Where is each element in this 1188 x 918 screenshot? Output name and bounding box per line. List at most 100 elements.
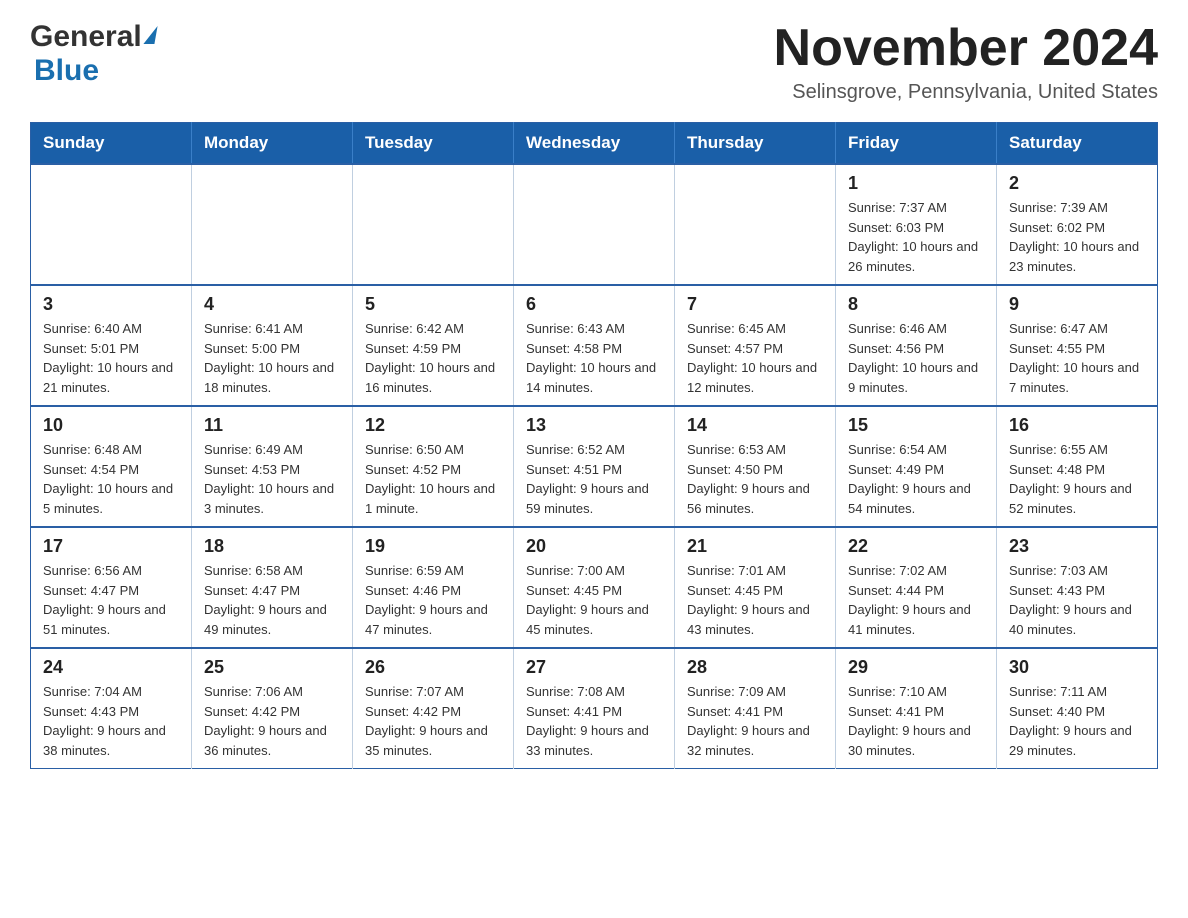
weekday-header-friday: Friday	[836, 123, 997, 165]
day-number: 19	[365, 536, 501, 557]
calendar-cell: 9 Sunrise: 6:47 AM Sunset: 4:55 PM Daylig…	[997, 285, 1158, 406]
day-info: Sunrise: 6:56 AM Sunset: 4:47 PM Dayligh…	[43, 561, 179, 639]
calendar-table: SundayMondayTuesdayWednesdayThursdayFrid…	[30, 122, 1158, 769]
calendar-cell: 15 Sunrise: 6:54 AM Sunset: 4:49 PM Dayli…	[836, 406, 997, 527]
calendar-cell: 29 Sunrise: 7:10 AM Sunset: 4:41 PM Dayli…	[836, 648, 997, 769]
day-info: Sunrise: 6:42 AM Sunset: 4:59 PM Dayligh…	[365, 319, 501, 397]
day-number: 30	[1009, 657, 1145, 678]
day-info: Sunrise: 7:39 AM Sunset: 6:02 PM Dayligh…	[1009, 198, 1145, 276]
day-info: Sunrise: 7:04 AM Sunset: 4:43 PM Dayligh…	[43, 682, 179, 760]
day-number: 11	[204, 415, 340, 436]
week-row-4: 17 Sunrise: 6:56 AM Sunset: 4:47 PM Dayli…	[31, 527, 1158, 648]
calendar-cell: 12 Sunrise: 6:50 AM Sunset: 4:52 PM Dayli…	[353, 406, 514, 527]
day-info: Sunrise: 7:01 AM Sunset: 4:45 PM Dayligh…	[687, 561, 823, 639]
calendar-cell: 3 Sunrise: 6:40 AM Sunset: 5:01 PM Daylig…	[31, 285, 192, 406]
day-info: Sunrise: 7:07 AM Sunset: 4:42 PM Dayligh…	[365, 682, 501, 760]
day-info: Sunrise: 7:03 AM Sunset: 4:43 PM Dayligh…	[1009, 561, 1145, 639]
day-number: 17	[43, 536, 179, 557]
day-info: Sunrise: 7:06 AM Sunset: 4:42 PM Dayligh…	[204, 682, 340, 760]
day-info: Sunrise: 6:52 AM Sunset: 4:51 PM Dayligh…	[526, 440, 662, 518]
day-number: 20	[526, 536, 662, 557]
calendar-cell: 13 Sunrise: 6:52 AM Sunset: 4:51 PM Dayli…	[514, 406, 675, 527]
day-number: 26	[365, 657, 501, 678]
day-number: 5	[365, 294, 501, 315]
calendar-cell: 25 Sunrise: 7:06 AM Sunset: 4:42 PM Dayli…	[192, 648, 353, 769]
calendar-cell: 23Sunrise: 7:03 AM Sunset: 4:43 PM Dayli…	[997, 527, 1158, 648]
calendar-cell: 10Sunrise: 6:48 AM Sunset: 4:54 PM Dayli…	[31, 406, 192, 527]
location-title: Selinsgrove, Pennsylvania, United States	[774, 81, 1158, 104]
day-number: 2	[1009, 173, 1145, 194]
day-number: 7	[687, 294, 823, 315]
day-info: Sunrise: 7:10 AM Sunset: 4:41 PM Dayligh…	[848, 682, 984, 760]
calendar-cell: 26 Sunrise: 7:07 AM Sunset: 4:42 PM Dayli…	[353, 648, 514, 769]
day-number: 14	[687, 415, 823, 436]
month-title: November 2024	[774, 20, 1158, 77]
day-number: 8	[848, 294, 984, 315]
day-info: Sunrise: 6:46 AM Sunset: 4:56 PM Dayligh…	[848, 319, 984, 397]
logo: General Blue	[30, 20, 156, 88]
day-number: 21	[687, 536, 823, 557]
day-number: 4	[204, 294, 340, 315]
day-number: 9	[1009, 294, 1145, 315]
calendar-cell: 30 Sunrise: 7:11 AM Sunset: 4:40 PM Dayli…	[997, 648, 1158, 769]
day-info: Sunrise: 6:47 AM Sunset: 4:55 PM Dayligh…	[1009, 319, 1145, 397]
week-row-2: 3 Sunrise: 6:40 AM Sunset: 5:01 PM Daylig…	[31, 285, 1158, 406]
weekday-header-wednesday: Wednesday	[514, 123, 675, 165]
day-info: Sunrise: 6:50 AM Sunset: 4:52 PM Dayligh…	[365, 440, 501, 518]
day-number: 25	[204, 657, 340, 678]
day-number: 16	[1009, 415, 1145, 436]
day-number: 13	[526, 415, 662, 436]
calendar-cell: 20 Sunrise: 7:00 AM Sunset: 4:45 PM Dayli…	[514, 527, 675, 648]
calendar-cell	[675, 164, 836, 285]
calendar-cell: 16 Sunrise: 6:55 AM Sunset: 4:48 PM Dayli…	[997, 406, 1158, 527]
day-number: 6	[526, 294, 662, 315]
day-info: Sunrise: 6:49 AM Sunset: 4:53 PM Dayligh…	[204, 440, 340, 518]
day-info: Sunrise: 6:45 AM Sunset: 4:57 PM Dayligh…	[687, 319, 823, 397]
title-area: November 2024 Selinsgrove, Pennsylvania,…	[774, 20, 1158, 104]
day-number: 12	[365, 415, 501, 436]
calendar-cell: 17 Sunrise: 6:56 AM Sunset: 4:47 PM Dayli…	[31, 527, 192, 648]
logo-blue-text: Blue	[34, 54, 99, 88]
day-info: Sunrise: 6:40 AM Sunset: 5:01 PM Dayligh…	[43, 319, 179, 397]
day-number: 22	[848, 536, 984, 557]
calendar-cell: 6 Sunrise: 6:43 AM Sunset: 4:58 PM Daylig…	[514, 285, 675, 406]
day-info: Sunrise: 6:58 AM Sunset: 4:47 PM Dayligh…	[204, 561, 340, 639]
logo-general-text: General	[30, 20, 142, 54]
day-info: Sunrise: 6:43 AM Sunset: 4:58 PM Dayligh…	[526, 319, 662, 397]
calendar-cell: 2 Sunrise: 7:39 AM Sunset: 6:02 PM Daylig…	[997, 164, 1158, 285]
weekday-header-thursday: Thursday	[675, 123, 836, 165]
day-number: 1	[848, 173, 984, 194]
day-number: 29	[848, 657, 984, 678]
day-info: Sunrise: 7:00 AM Sunset: 4:45 PM Dayligh…	[526, 561, 662, 639]
day-info: Sunrise: 7:11 AM Sunset: 4:40 PM Dayligh…	[1009, 682, 1145, 760]
calendar-cell: 8 Sunrise: 6:46 AM Sunset: 4:56 PM Daylig…	[836, 285, 997, 406]
day-number: 15	[848, 415, 984, 436]
day-info: Sunrise: 6:41 AM Sunset: 5:00 PM Dayligh…	[204, 319, 340, 397]
calendar-cell: 22 Sunrise: 7:02 AM Sunset: 4:44 PM Dayli…	[836, 527, 997, 648]
day-info: Sunrise: 7:02 AM Sunset: 4:44 PM Dayligh…	[848, 561, 984, 639]
day-info: Sunrise: 6:53 AM Sunset: 4:50 PM Dayligh…	[687, 440, 823, 518]
day-info: Sunrise: 7:09 AM Sunset: 4:41 PM Dayligh…	[687, 682, 823, 760]
calendar-cell: 28 Sunrise: 7:09 AM Sunset: 4:41 PM Dayli…	[675, 648, 836, 769]
calendar-cell: 7 Sunrise: 6:45 AM Sunset: 4:57 PM Daylig…	[675, 285, 836, 406]
calendar-cell: 19Sunrise: 6:59 AM Sunset: 4:46 PM Dayli…	[353, 527, 514, 648]
calendar-cell: 4 Sunrise: 6:41 AM Sunset: 5:00 PM Daylig…	[192, 285, 353, 406]
logo-triangle-icon	[143, 26, 157, 44]
calendar-cell	[353, 164, 514, 285]
day-info: Sunrise: 6:54 AM Sunset: 4:49 PM Dayligh…	[848, 440, 984, 518]
weekday-header-tuesday: Tuesday	[353, 123, 514, 165]
day-number: 3	[43, 294, 179, 315]
weekday-header-monday: Monday	[192, 123, 353, 165]
calendar-cell: 18 Sunrise: 6:58 AM Sunset: 4:47 PM Dayli…	[192, 527, 353, 648]
day-number: 27	[526, 657, 662, 678]
day-info: Sunrise: 6:48 AM Sunset: 4:54 PM Dayligh…	[43, 440, 179, 518]
week-row-5: 24 Sunrise: 7:04 AM Sunset: 4:43 PM Dayli…	[31, 648, 1158, 769]
calendar-cell: 1Sunrise: 7:37 AM Sunset: 6:03 PM Daylig…	[836, 164, 997, 285]
day-number: 24	[43, 657, 179, 678]
calendar-cell: 21 Sunrise: 7:01 AM Sunset: 4:45 PM Dayli…	[675, 527, 836, 648]
calendar-cell	[514, 164, 675, 285]
calendar-cell: 24 Sunrise: 7:04 AM Sunset: 4:43 PM Dayli…	[31, 648, 192, 769]
day-number: 18	[204, 536, 340, 557]
day-number: 28	[687, 657, 823, 678]
day-info: Sunrise: 6:55 AM Sunset: 4:48 PM Dayligh…	[1009, 440, 1145, 518]
